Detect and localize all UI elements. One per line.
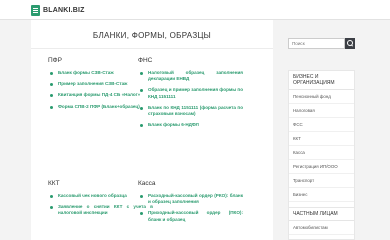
sidebar-item-kassa[interactable]: Касса bbox=[289, 146, 354, 160]
title-divider bbox=[31, 48, 273, 49]
site-logo[interactable]: BLANKI.BIZ bbox=[31, 3, 85, 17]
sidebar-item-kkt[interactable]: ККТ bbox=[289, 132, 354, 146]
main-content: БЛАНКИ, ФОРМЫ, ОБРАЗЦЫ ПФР Бланк формы С… bbox=[31, 20, 273, 240]
list-item: Бланк формы 6-НДФЛ bbox=[138, 122, 243, 128]
bullet-icon bbox=[140, 106, 143, 110]
bullet-icon bbox=[140, 72, 143, 75]
section-title: ФНС bbox=[138, 57, 153, 64]
page-title: БЛАНКИ, ФОРМЫ, ОБРАЗЦЫ bbox=[92, 31, 212, 40]
bullet-icon bbox=[50, 94, 53, 98]
sidebar-item-drivers[interactable]: Автомобилистам bbox=[289, 221, 354, 235]
bullet-icon bbox=[50, 83, 53, 87]
sidebar-item-transport[interactable]: Транспорт bbox=[289, 174, 354, 188]
bullet-icon bbox=[140, 89, 143, 93]
section-title: Касса bbox=[138, 180, 156, 187]
document-link[interactable]: Бланк по КНД 1151111 (форма расчета по с… bbox=[148, 105, 243, 117]
search-button[interactable] bbox=[345, 38, 355, 49]
widget-title: ЧАСТНЫМ ЛИЦАМ bbox=[289, 208, 354, 221]
list-item: Налоговый образец заполнения декларации … bbox=[138, 70, 243, 82]
sidebar-item-registration[interactable]: Регистрация ИП/ООО bbox=[289, 160, 354, 174]
sidebar-item-fss[interactable]: ФСС bbox=[289, 118, 354, 132]
business-widget: БИЗНЕС И ОРГАНИЗАЦИЯМ Пенсионный фонд На… bbox=[288, 70, 355, 208]
document-link[interactable]: Налоговый образец заполнения декларации … bbox=[148, 70, 243, 82]
bullet-icon bbox=[140, 195, 143, 198]
people-widget: ЧАСТНЫМ ЛИЦАМ Автомобилистам bbox=[288, 208, 355, 240]
document-link[interactable]: Расходный-кассовый ордер (РКО): бланк и … bbox=[148, 193, 243, 205]
section-kassa: Касса Расходный-кассовый ордер (РКО): бл… bbox=[138, 180, 243, 228]
sidebar-item-tax[interactable]: Налоговая bbox=[289, 104, 354, 118]
document-icon bbox=[31, 4, 40, 16]
logo-text: BLANKI.BIZ bbox=[43, 6, 85, 14]
bullet-icon bbox=[50, 72, 53, 75]
search-input[interactable] bbox=[288, 38, 345, 49]
sidebar-item-pension-fund[interactable]: Пенсионный фонд bbox=[289, 90, 354, 104]
list-item: Приходный-кассовый ордер (ПКО): бланк и … bbox=[138, 210, 243, 222]
bullet-icon bbox=[140, 212, 143, 216]
top-bar: BLANKI.BIZ bbox=[0, 0, 390, 20]
document-link[interactable]: Бланк формы 6-НДФЛ bbox=[148, 122, 243, 128]
document-link[interactable]: Приходный-кассовый ордер (ПКО): бланк и … bbox=[148, 210, 243, 222]
bullet-icon bbox=[50, 195, 53, 198]
section-fns: ФНС Налоговый образец заполнения деклара… bbox=[138, 57, 243, 133]
bullet-icon bbox=[50, 105, 53, 109]
list-item: Образец и пример заполнения формы по КНД… bbox=[138, 87, 243, 99]
bullet-icon bbox=[50, 206, 53, 210]
list-item: Расходный-кассовый ордер (РКО): бланк и … bbox=[138, 193, 243, 205]
document-link[interactable]: Образец и пример заполнения формы по КНД… bbox=[148, 87, 243, 99]
bullet-icon bbox=[140, 124, 143, 128]
sidebar: БИЗНЕС И ОРГАНИЗАЦИЯМ Пенсионный фонд На… bbox=[283, 20, 360, 240]
sidebar-item-business[interactable]: Бизнес bbox=[289, 188, 354, 202]
widget-title: БИЗНЕС И ОРГАНИЗАЦИЯМ bbox=[289, 71, 354, 90]
list-item: Бланк по КНД 1151111 (форма расчета по с… bbox=[138, 105, 243, 117]
